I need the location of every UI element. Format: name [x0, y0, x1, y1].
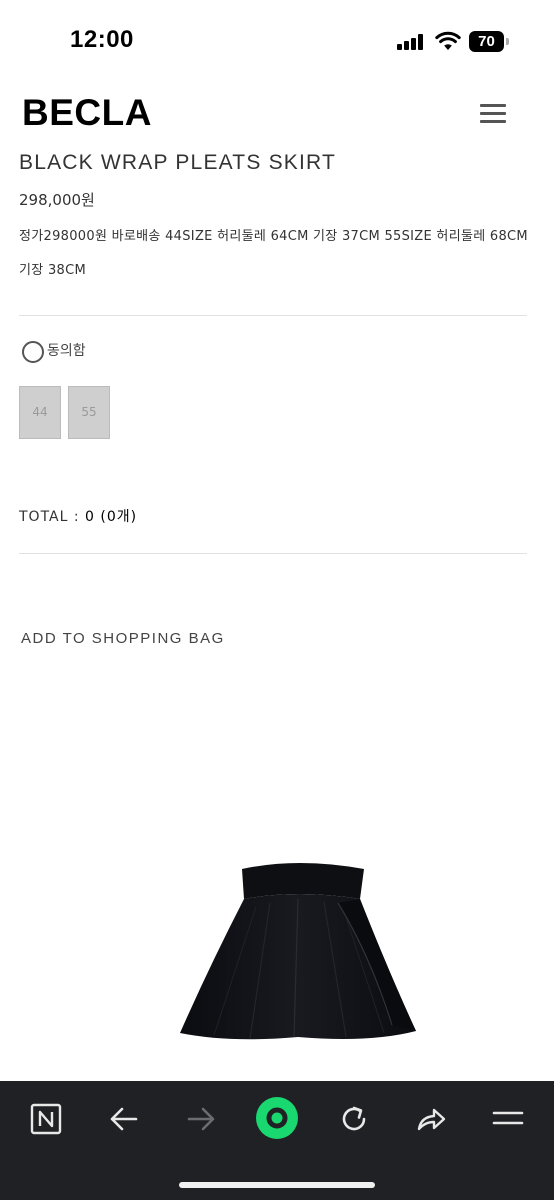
cellular-signal-icon [397, 34, 423, 50]
reload-icon[interactable] [330, 1095, 378, 1143]
home-indicator[interactable] [179, 1182, 375, 1188]
status-time: 12:00 [70, 26, 134, 53]
black-pleated-skirt-image [180, 863, 416, 1040]
green-home-icon[interactable] [253, 1094, 301, 1142]
status-bar: 12:00 70 [0, 0, 554, 80]
product-title: BLACK WRAP PLEATS SKIRT [19, 151, 337, 174]
total-label: TOTAL : [19, 509, 86, 525]
size-option-44[interactable]: 44 [19, 386, 61, 439]
total-row: TOTAL : 0 (0개) [19, 506, 137, 526]
product-price: 298,000원 [19, 191, 95, 209]
agree-label: 동의함 [47, 343, 86, 359]
menu-icon[interactable] [484, 1095, 532, 1143]
brand-logo[interactable]: BECLA [22, 92, 152, 134]
battery-level: 70 [469, 31, 504, 52]
total-value: 0 (0개) [85, 509, 138, 525]
forward-arrow-icon[interactable] [177, 1095, 225, 1143]
radio-circle-icon[interactable] [22, 341, 44, 363]
naver-n-icon[interactable] [22, 1095, 70, 1143]
product-description: 정가298000원 바로배송 44SIZE 허리둘레 64CM 기장 37CM … [19, 229, 528, 278]
size-option-55[interactable]: 55 [68, 386, 110, 439]
share-icon[interactable] [407, 1095, 455, 1143]
divider [19, 553, 527, 554]
battery-icon: 70 [469, 31, 509, 52]
hamburger-menu-icon[interactable] [480, 104, 508, 124]
wifi-icon [435, 31, 461, 50]
back-arrow-icon[interactable] [100, 1095, 148, 1143]
divider [19, 315, 527, 316]
add-to-shopping-bag-button[interactable]: ADD TO SHOPPING BAG [21, 630, 225, 647]
